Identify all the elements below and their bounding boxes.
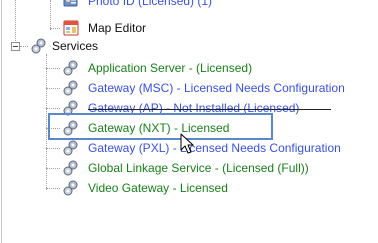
selection-highlight bbox=[48, 113, 273, 140]
service-gear-icon bbox=[62, 79, 80, 97]
tree-item-label: Application Server - (Licensed) bbox=[88, 61, 253, 75]
service-gear-icon bbox=[62, 179, 80, 197]
tree-item-label: Gateway (PXL) - Licensed Needs Configura… bbox=[88, 141, 341, 155]
services-gear-icon bbox=[30, 37, 48, 55]
service-gear-icon bbox=[62, 159, 80, 177]
map-editor-icon bbox=[62, 19, 80, 37]
tree-item-label: Gateway (MSC) - Licensed Needs Configura… bbox=[88, 81, 345, 95]
tree-item-photo-id[interactable]: Photo ID (Licensed) (1) bbox=[0, 0, 378, 11]
tree-item-map-editor[interactable]: Map Editor bbox=[0, 18, 378, 38]
tree-item-global-linkage-service[interactable]: Global Linkage Service - (Licensed (Full… bbox=[0, 158, 378, 178]
mouse-pointer-icon bbox=[180, 133, 196, 155]
tree-item-video-gateway[interactable]: Video Gateway - Licensed bbox=[0, 178, 378, 198]
tree-item-application-server[interactable]: Application Server - (Licensed) bbox=[0, 58, 378, 78]
tree-item-label: Global Linkage Service - (Licensed (Full… bbox=[88, 161, 309, 175]
tree-panel: Photo ID (Licensed) (1) Map Editor Servi… bbox=[0, 0, 378, 243]
tree-item-label: Services bbox=[52, 39, 99, 53]
tree-item-label: Map Editor bbox=[88, 21, 147, 35]
tree-node-services[interactable]: Services bbox=[0, 36, 378, 56]
service-gear-icon bbox=[62, 139, 80, 157]
tree-item-gateway-msc[interactable]: Gateway (MSC) - Licensed Needs Configura… bbox=[0, 78, 378, 98]
not-installed-strikethrough bbox=[88, 109, 331, 110]
service-gear-icon bbox=[62, 59, 80, 77]
collapse-toggle-icon[interactable] bbox=[11, 42, 20, 51]
tree-item-label: Video Gateway - Licensed bbox=[88, 181, 228, 195]
photo-id-icon bbox=[62, 0, 80, 10]
tree-item-label: Photo ID (Licensed) (1) bbox=[88, 0, 213, 8]
